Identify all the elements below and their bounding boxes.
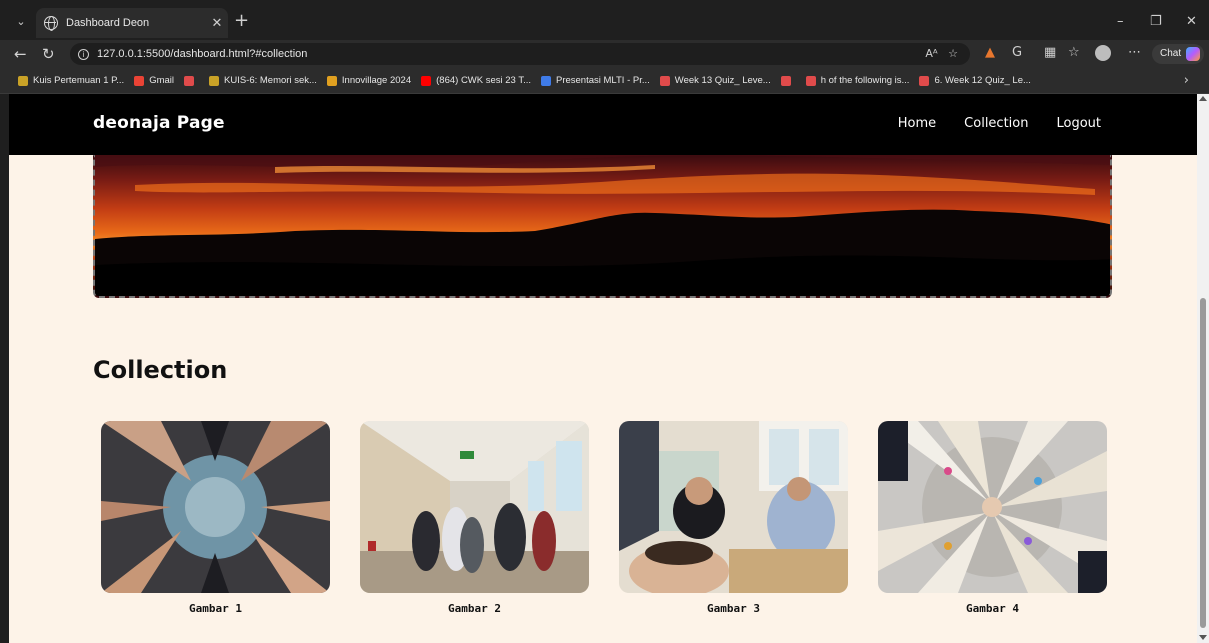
bookmark-favicon-icon	[540, 75, 551, 86]
gallery-photo-4[interactable]	[878, 421, 1107, 593]
bookmark-favicon-icon	[805, 75, 816, 86]
bookmark-item[interactable]	[780, 75, 796, 86]
bookmark-favicon-icon	[134, 75, 145, 86]
scroll-down-arrow-icon[interactable]	[1199, 635, 1207, 640]
bookmark-label: (864) CWK sesi 23 T...	[436, 75, 531, 86]
scroll-up-arrow-icon[interactable]	[1199, 96, 1207, 101]
bookmarks-overflow-chevron-icon[interactable]: ›	[1184, 73, 1189, 88]
bookmark-label: Week 13 Quiz_ Leve...	[674, 75, 771, 86]
back-arrow-icon[interactable]: ←	[14, 44, 27, 64]
profile-avatar-icon[interactable]	[1095, 45, 1111, 61]
bookmark-favicon-icon	[326, 75, 337, 86]
copilot-logo-icon	[1186, 47, 1200, 61]
page-scrollbar[interactable]	[1197, 94, 1209, 643]
copilot-icon[interactable]: G	[1012, 45, 1022, 61]
tab-title: Dashboard Deon	[66, 17, 150, 29]
scrollbar-thumb[interactable]	[1200, 298, 1206, 628]
banner-sunset-graphic	[95, 155, 1110, 296]
extension-icon[interactable]: ▲	[985, 45, 995, 61]
sunset-banner-image	[93, 155, 1112, 298]
bookmark-label: Presentasi MLTI - Pr...	[555, 75, 650, 86]
bookmark-item[interactable]: (864) CWK sesi 23 T...	[421, 75, 531, 86]
bookmark-favicon-icon	[659, 75, 670, 86]
gallery-caption-3: Gambar 3	[707, 602, 760, 615]
bookmark-favicon-icon	[18, 75, 28, 86]
gallery-card-4[interactable]: Gambar 4	[878, 421, 1107, 615]
chat-label: Chat	[1160, 48, 1182, 59]
gallery-card-2[interactable]: Gambar 2	[360, 421, 589, 615]
bookmark-item[interactable]	[184, 75, 199, 86]
browser-tabstrip: ⌄ Dashboard Deon ✕ + – ❐ ✕	[0, 0, 1209, 40]
chat-button[interactable]: Chat	[1152, 44, 1204, 64]
bookmark-item[interactable]: Gmail	[134, 75, 174, 86]
gallery-photo-3[interactable]	[619, 421, 848, 593]
gallery-caption-2: Gambar 2	[448, 602, 501, 615]
favorites-icon[interactable]: ☆	[1068, 45, 1080, 61]
gallery-caption-1: Gambar 1	[189, 602, 242, 615]
bookmark-item[interactable]: Innovillage 2024	[326, 75, 412, 86]
bookmark-item[interactable]: KUIS-6: Memori sek...	[209, 75, 317, 86]
address-input[interactable]: i 127.0.0.1:5500/dashboard.html?#collect…	[70, 43, 970, 65]
gallery-card-3[interactable]: Gambar 3	[619, 421, 848, 615]
collection-heading: Collection	[93, 356, 228, 384]
bookmark-item[interactable]: 6. Week 12 Quiz_ Le...	[919, 75, 1031, 86]
tab-list-chevron-icon[interactable]: ⌄	[12, 13, 30, 31]
bookmark-item[interactable]: Kuis Pertemuan 1 P...	[18, 75, 124, 86]
bookmark-item[interactable]: Presentasi MLTI - Pr...	[540, 75, 650, 86]
nav-link-home[interactable]: Home	[898, 116, 936, 131]
gallery-caption-4: Gambar 4	[966, 602, 1019, 615]
site-info-icon[interactable]: i	[78, 48, 89, 60]
bookmark-favicon-icon	[919, 75, 930, 86]
bookmark-item[interactable]: h of the following is...	[805, 75, 910, 86]
address-bar-row: ← ↻ i 127.0.0.1:5500/dashboard.html?#col…	[0, 40, 1209, 68]
read-aloud-icon[interactable]: Aᴬ	[925, 47, 937, 60]
bookmark-favicon-icon	[209, 75, 219, 86]
bookmark-favicon-icon	[184, 75, 194, 86]
window-close-icon[interactable]: ✕	[1186, 14, 1197, 29]
bookmark-label: 6. Week 12 Quiz_ Le...	[934, 75, 1031, 86]
bookmark-label: h of the following is...	[820, 75, 910, 86]
bookmark-favicon-icon	[421, 75, 432, 86]
site-navbar: deonaja Page Home Collection Logout	[9, 94, 1197, 155]
bookmarks-bar: Kuis Pertemuan 1 P... Gmail KUIS-6: Memori…	[0, 68, 1209, 94]
nav-link-collection[interactable]: Collection	[964, 116, 1028, 131]
new-tab-button[interactable]: +	[234, 12, 249, 30]
gallery-photo-1[interactable]	[101, 421, 330, 593]
minimize-icon[interactable]: –	[1117, 14, 1124, 29]
split-screen-icon[interactable]: ▦	[1044, 45, 1056, 61]
page-viewport: deonaja Page Home Collection Logout Coll…	[9, 94, 1197, 643]
gallery-photo-2[interactable]	[360, 421, 589, 593]
globe-icon	[44, 16, 58, 31]
bookmark-label: Innovillage 2024	[341, 75, 412, 86]
bookmark-label: Gmail	[149, 75, 174, 86]
tab-close-icon[interactable]: ✕	[206, 16, 228, 31]
gallery-card-1[interactable]: Gambar 1	[101, 421, 330, 615]
omnibox-actions: Aᴬ ☆	[925, 47, 958, 60]
bookmark-label: KUIS-6: Memori sek...	[224, 75, 317, 86]
restore-icon[interactable]: ❐	[1150, 14, 1162, 29]
bookmark-favicon-icon	[780, 75, 791, 86]
site-nav-links: Home Collection Logout	[898, 116, 1101, 131]
more-menu-icon[interactable]: ⋯	[1128, 45, 1141, 61]
reload-icon[interactable]: ↻	[42, 44, 55, 64]
url-text: 127.0.0.1:5500/dashboard.html?#collectio…	[97, 48, 308, 60]
favorite-star-icon[interactable]: ☆	[948, 47, 958, 60]
browser-tab-active[interactable]: Dashboard Deon ✕	[36, 8, 228, 38]
bookmark-label: Kuis Pertemuan 1 P...	[33, 75, 125, 86]
nav-link-logout[interactable]: Logout	[1056, 116, 1101, 131]
bookmark-item[interactable]: Week 13 Quiz_ Leve...	[659, 75, 771, 86]
site-brand[interactable]: deonaja Page	[93, 113, 225, 133]
